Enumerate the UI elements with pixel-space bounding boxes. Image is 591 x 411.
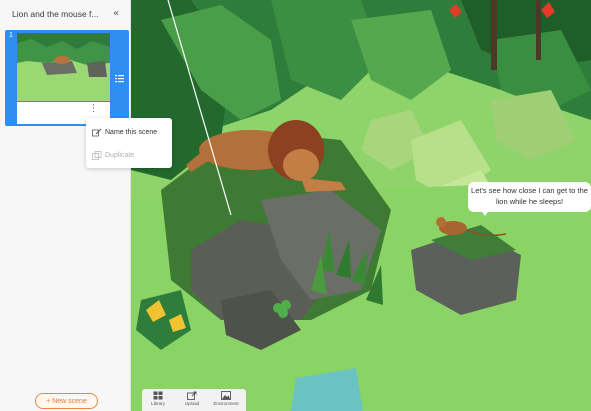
scene-context-menu: Name this scene Duplicate <box>86 118 172 168</box>
library-label: Library <box>151 401 165 406</box>
library-button[interactable]: Library <box>142 391 174 411</box>
upload-icon <box>187 391 197 400</box>
upload-label: Upload <box>184 401 200 406</box>
scene-viewport[interactable]: Let's see how close I can get to the lio… <box>131 0 591 411</box>
upload-button[interactable]: Upload <box>176 391 208 411</box>
scene-sidebar: Lion and the mouse f... « 1 ⋮ + New scen… <box>0 0 131 411</box>
scene-card-1[interactable]: 1 ⋮ <box>5 30 129 126</box>
scene-number: 1 <box>9 32 13 39</box>
environment-icon <box>221 391 231 400</box>
rename-icon <box>92 128 102 136</box>
library-icon <box>153 391 163 400</box>
name-scene-menu-item[interactable]: Name this scene <box>92 125 157 139</box>
bottom-toolbar: Library Upload Environment <box>142 389 246 411</box>
speech-bubble-text: Let's see how close I can get to the lio… <box>471 186 588 206</box>
duplicate-menu-item[interactable]: Duplicate <box>92 148 134 162</box>
scene-list-icon[interactable] <box>115 74 124 83</box>
scene-menu-icon[interactable]: ⋮ <box>89 105 98 114</box>
scene-thumbnail[interactable] <box>17 33 110 101</box>
duplicate-icon <box>92 150 102 160</box>
speech-bubble[interactable]: Let's see how close I can get to the lio… <box>468 182 591 216</box>
environment-label: Environment <box>213 401 239 406</box>
project-title[interactable]: Lion and the mouse f... <box>12 9 98 19</box>
duplicate-label: Duplicate <box>105 151 135 159</box>
sidebar-header: Lion and the mouse f... « <box>0 0 130 30</box>
speech-bubble-tail <box>480 209 490 216</box>
new-scene-button[interactable]: + New scene <box>35 393 98 409</box>
collapse-sidebar-icon[interactable]: « <box>113 8 119 19</box>
environment-button[interactable]: Environment <box>210 391 242 411</box>
name-scene-label: Name this scene <box>105 128 158 136</box>
